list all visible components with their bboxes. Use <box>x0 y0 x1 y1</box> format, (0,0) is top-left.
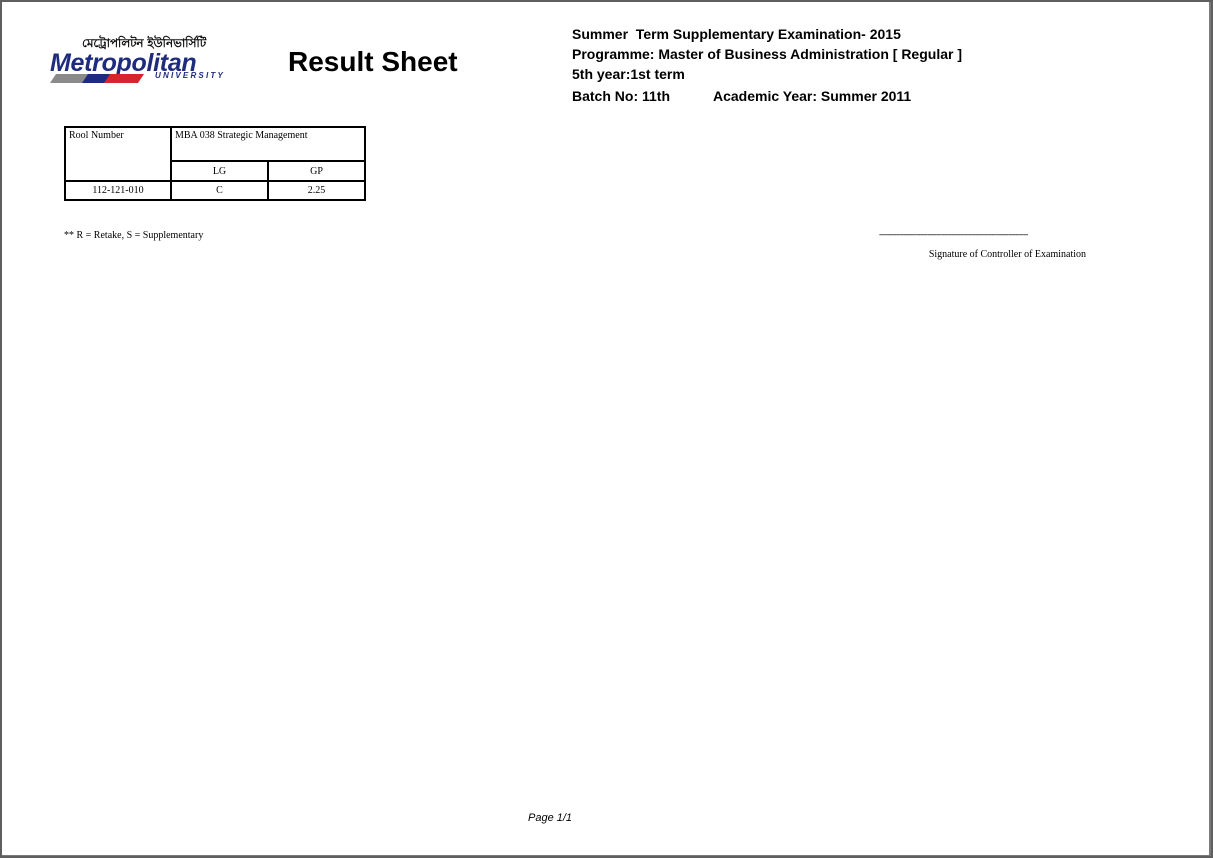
table-row: 112-121-010 C 2.25 <box>64 180 366 201</box>
roll-number-cell: 112-121-010 <box>64 180 172 201</box>
page-title: Result Sheet <box>288 46 458 77</box>
roll-number-header: Rool Number <box>64 126 172 182</box>
lg-cell: C <box>170 180 269 201</box>
page-number: Page 1/1 <box>528 812 573 824</box>
gp-cell: 2.25 <box>267 180 366 201</box>
university-logo: মেট্রোপলিটন ইউনিভার্সিটি Metropolitan UN… <box>48 35 248 87</box>
signature-line: ----------------------------------------… <box>879 229 1028 239</box>
result-sheet-page: মেট্রোপলিটন ইউনিভার্সিটি Metropolitan UN… <box>2 2 1211 856</box>
legend-note: ** R = Retake, S = Supplementary <box>64 230 204 241</box>
exam-name: Summer Term Supplementary Examination- 2… <box>572 26 901 42</box>
result-table: Rool Number MBA 038 Strategic Management… <box>64 126 366 201</box>
year-term: 5th year:1st term <box>572 66 685 82</box>
logo-swoosh-icon <box>50 74 144 83</box>
academic-year: Academic Year: Summer 2011 <box>713 88 912 104</box>
lg-header: LG <box>170 160 269 182</box>
gp-header: GP <box>267 160 366 182</box>
signature-label: Signature of Controller of Examination <box>928 249 1086 260</box>
course-header: MBA 038 Strategic Management <box>170 126 366 162</box>
batch-number: Batch No: 11th <box>572 88 671 104</box>
logo-university-text: UNIVERSITY <box>155 71 226 80</box>
programme: Programme: Master of Business Administra… <box>572 46 962 62</box>
